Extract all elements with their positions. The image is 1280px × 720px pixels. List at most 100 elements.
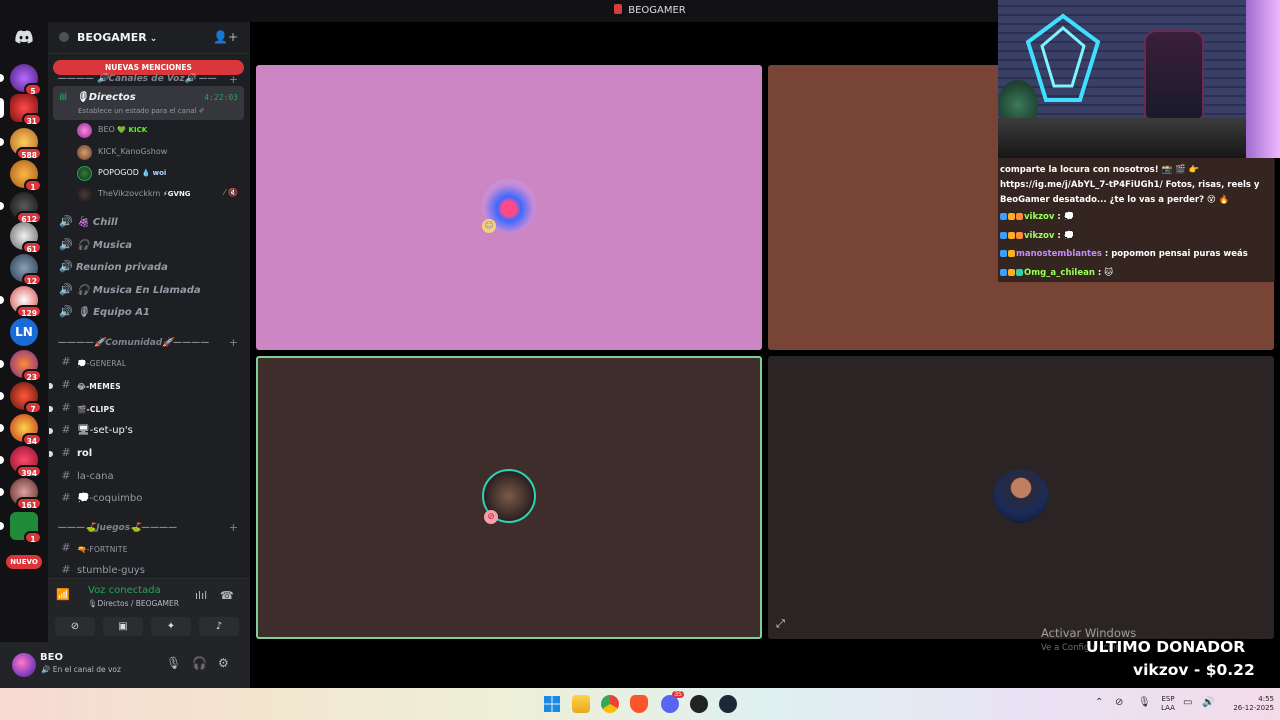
channel-name: 🖥-set-up's xyxy=(77,425,133,436)
new-unreads-pill[interactable]: NUEVO xyxy=(6,555,42,569)
settings-gear-icon[interactable]: ⚙ xyxy=(218,656,229,670)
voice-channel[interactable]: 🔊 🎙 Equipo A1 xyxy=(53,302,244,323)
avatar[interactable] xyxy=(12,653,36,677)
camera-off-button[interactable]: ⊘ xyxy=(55,617,95,636)
chevron-up-icon[interactable]: ⌃ xyxy=(1095,697,1103,708)
guild-icon[interactable]: 612 xyxy=(0,192,42,224)
server-name-text: BEOGAMER xyxy=(77,31,147,44)
new-mentions-pill[interactable]: NUEVAS MENCIONES xyxy=(53,60,244,75)
discord-taskbar-icon[interactable]: 35 xyxy=(661,691,684,713)
voice-user[interactable]: BEO 💚 KICK xyxy=(77,122,242,140)
chat-username[interactable]: manostemblantes xyxy=(1016,249,1102,259)
disconnect-icon[interactable]: ☎ xyxy=(220,589,234,602)
voice-status[interactable]: Voz conectada xyxy=(88,585,161,596)
guild-icon[interactable]: 1 xyxy=(10,160,42,192)
voice-user[interactable]: POPOGOD 💧 woi xyxy=(77,165,242,183)
text-channel[interactable]: # rol xyxy=(49,443,244,464)
badge-icon xyxy=(1016,232,1023,239)
network-icon[interactable]: ⊘ xyxy=(1115,697,1123,708)
chrome-icon[interactable] xyxy=(601,695,619,713)
voice-location[interactable]: 🎙Directos / BEOGAMER xyxy=(88,599,179,608)
chat-message: manostemblantes : popomon pensai puras w… xyxy=(1000,247,1272,261)
guild-badge: 1 xyxy=(24,179,42,192)
connection-signal-icon[interactable]: 📶 xyxy=(56,588,70,601)
guild-icon-ln[interactable]: LN xyxy=(10,318,38,346)
participant-tile[interactable]: ☺ xyxy=(256,65,762,350)
hash-icon: # xyxy=(61,541,71,554)
text-channel[interactable]: # 💭-coquimbo xyxy=(53,488,244,509)
chat-username[interactable]: Omg_a_chilean xyxy=(1024,268,1095,278)
hash-icon: # xyxy=(61,563,71,576)
category-voice[interactable]: ———— 🔊Canales de Voz🔊 —— xyxy=(58,74,217,84)
text-channel[interactable]: # 🖥-set-up's xyxy=(49,420,244,441)
last-donor-value: vikzov - $0.22 xyxy=(1133,661,1255,679)
display-icon[interactable]: ▭ xyxy=(1183,697,1192,708)
muted-icon: ⁄ 🔇 xyxy=(224,188,238,197)
brave-icon[interactable] xyxy=(630,695,648,713)
app-window: BEOGAMER 5 31 588 1 612 61 12 129 LN 23 … xyxy=(0,0,1280,720)
clock[interactable]: 4:55 26-12-2025 xyxy=(1224,695,1274,713)
text-channel[interactable]: # 🔫-FORTNITE xyxy=(53,538,244,559)
share-screen-button[interactable]: ▣ xyxy=(103,617,143,636)
badge-icon xyxy=(1000,232,1007,239)
participant-tile[interactable]: ⤢ xyxy=(768,356,1274,639)
language-indicator[interactable]: ESP LAA xyxy=(1158,695,1178,713)
voice-channel[interactable]: 🔊 🎧 Musica En Llamada xyxy=(53,280,244,301)
microphone-tray-icon[interactable]: 🎙 xyxy=(1138,697,1151,708)
text-channel[interactable]: # 😂-MEMES xyxy=(49,375,244,396)
guild-icon-beogamer[interactable]: 31 xyxy=(0,94,42,126)
text-channel[interactable]: # 🎬-CLIPS xyxy=(49,398,244,419)
popout-icon[interactable]: ⤢ xyxy=(776,617,785,631)
guild-icon[interactable]: 129 xyxy=(0,286,42,318)
steam-icon[interactable] xyxy=(719,695,737,713)
guild-icon[interactable]: 394 xyxy=(0,446,42,478)
microphone-icon[interactable]: 🎙 xyxy=(166,656,181,670)
obs-icon[interactable] xyxy=(690,695,708,713)
noise-suppression-icon[interactable]: ılıl xyxy=(195,589,207,602)
server-icon xyxy=(614,4,623,14)
file-explorer-icon[interactable] xyxy=(572,695,590,713)
chat-text: : 🐱 xyxy=(1094,268,1114,278)
add-channel-icon[interactable]: + xyxy=(229,521,238,534)
badge-icon xyxy=(1008,213,1015,220)
windows-start-icon[interactable] xyxy=(543,695,561,713)
guild-icon[interactable]: 61 xyxy=(10,222,42,254)
text-channel[interactable]: # la-cana xyxy=(53,466,244,487)
voice-user[interactable]: TheVikzovckkm ⚡GVNG ⁄ 🔇 xyxy=(77,186,242,204)
user-panel: BEO 🔊 En el canal de voz 🎙 🎧 ⚙ xyxy=(0,642,250,688)
guild-icon[interactable]: 7 xyxy=(0,382,42,414)
voice-channel[interactable]: 🔊 🍇 Chill xyxy=(53,212,244,233)
guild-icon[interactable]: 1 xyxy=(0,512,42,544)
channel-status-text[interactable]: Establece un estado para el canal ✐ xyxy=(78,107,205,115)
participant-tile-speaking[interactable]: ⊘ xyxy=(256,356,762,639)
guild-icon[interactable]: 588 xyxy=(0,128,42,160)
category-community[interactable]: ————🚀Comunidad🚀———— xyxy=(58,338,209,348)
soundboard-button[interactable]: ♪ xyxy=(199,617,239,636)
guild-icon[interactable]: 12 xyxy=(10,254,42,286)
guild-badge: 23 xyxy=(21,369,42,382)
guild-icon[interactable]: 161 xyxy=(0,478,42,510)
text-channel[interactable]: # 💭-GENERAL xyxy=(53,352,244,373)
unread-pip xyxy=(0,522,4,530)
chat-username[interactable]: vikzov xyxy=(1024,231,1054,241)
activities-button[interactable]: ✦ xyxy=(151,617,191,636)
guild-icon[interactable]: 5 xyxy=(0,64,42,96)
voice-channel-directos[interactable]: ılıl 🎙Directos 4:22:03 Establece un esta… xyxy=(53,86,244,120)
speaker-icon: 🔊 xyxy=(59,215,73,228)
add-channel-icon[interactable]: + xyxy=(229,73,238,86)
discord-home-icon[interactable] xyxy=(12,28,36,46)
voice-user[interactable]: KICK_KanoGshow xyxy=(77,144,242,162)
invite-people-icon[interactable]: 👤+ xyxy=(213,30,238,44)
guild-icon[interactable]: 34 xyxy=(0,414,42,446)
add-channel-icon[interactable]: + xyxy=(229,336,238,349)
voice-channel[interactable]: 🔊 🎧 Musica xyxy=(53,235,244,256)
server-header[interactable]: BEOGAMER ⌄ 👤+ xyxy=(48,22,250,54)
chat-text: BeoGamer desatado... ¿te lo vas a perder… xyxy=(1000,195,1230,205)
chat-username[interactable]: vikzov xyxy=(1024,212,1054,222)
guild-icon[interactable]: 23 xyxy=(0,350,42,382)
category-games[interactable]: ———⛳Juegos⛳———— xyxy=(58,523,177,533)
volume-icon[interactable]: 🔊 xyxy=(1202,697,1214,708)
voice-channel[interactable]: 🔊 Reunion privada xyxy=(53,257,244,278)
headphones-icon[interactable]: 🎧 xyxy=(192,656,207,670)
user-name[interactable]: BEO xyxy=(40,652,63,663)
